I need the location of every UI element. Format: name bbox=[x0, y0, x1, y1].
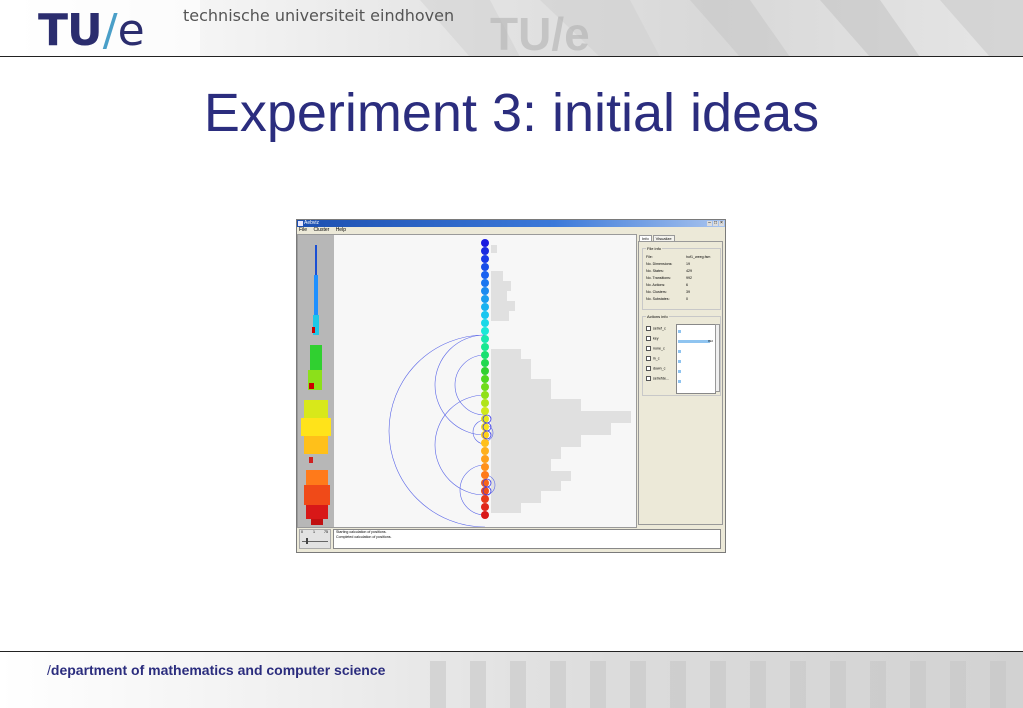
slide-title: Experiment 3: initial ideas bbox=[203, 83, 820, 143]
file-info-row: No. Transitions: 992 bbox=[646, 276, 692, 280]
action-bar-value: 992 bbox=[707, 339, 713, 343]
bottom-bar: 0 1 75 Starting calculation of positions… bbox=[297, 528, 725, 552]
action-checkbox[interactable] bbox=[646, 366, 651, 371]
transition-arcs bbox=[388, 334, 496, 527]
menu-file[interactable]: File bbox=[299, 227, 307, 233]
header-band: TU/e bbox=[0, 0, 1023, 57]
actions-info-group: Actions info setref_c key none_c in_c do… bbox=[642, 314, 721, 396]
action-item[interactable]: setref_c bbox=[646, 326, 666, 331]
minimize-button[interactable]: – bbox=[707, 221, 712, 226]
action-bar bbox=[678, 340, 710, 343]
visualization-canvas[interactable] bbox=[297, 234, 637, 528]
close-button[interactable]: × bbox=[719, 221, 724, 226]
action-item[interactable]: down_c bbox=[646, 366, 665, 371]
actions-info-title: Actions info bbox=[646, 314, 669, 319]
file-info-row: No. Dimensions: 19 bbox=[646, 262, 690, 266]
svg-text:TU/e: TU/e bbox=[490, 8, 590, 57]
action-checkbox[interactable] bbox=[646, 356, 651, 361]
action-checkbox[interactable] bbox=[646, 326, 651, 331]
header-building-image: TU/e bbox=[420, 0, 1023, 57]
file-info-row: File: hof1_weeg.fsm bbox=[646, 255, 711, 259]
overview-cluster-bars bbox=[301, 245, 331, 525]
university-name: technische universiteit eindhoven bbox=[183, 6, 455, 25]
department-label: /department of mathematics and computer … bbox=[47, 662, 386, 678]
slider-handle[interactable] bbox=[306, 538, 308, 544]
info-tab-body: File info File: hof1_weeg.fsm No. Dimensi… bbox=[638, 241, 723, 525]
menu-cluster[interactable]: Cluster bbox=[313, 227, 329, 233]
actions-scrollbar[interactable] bbox=[715, 324, 720, 392]
file-info-row: No. Clusters: 39 bbox=[646, 290, 690, 294]
action-count-bars: 992 bbox=[676, 324, 716, 394]
window-titlebar: Aebviz – □ × bbox=[297, 220, 725, 227]
footer-band bbox=[0, 651, 1023, 708]
action-item[interactable]: setrefde... bbox=[646, 376, 669, 381]
action-item[interactable]: key bbox=[646, 336, 659, 341]
action-checkbox[interactable] bbox=[646, 346, 651, 351]
app-window: Aebviz – □ × File Cluster Help Info Visu… bbox=[296, 219, 726, 553]
footer-building-image bbox=[430, 661, 1006, 708]
file-info-row: No. States: 429 bbox=[646, 269, 692, 273]
action-item[interactable]: in_c bbox=[646, 356, 660, 361]
action-bar bbox=[678, 350, 681, 353]
histogram-bars bbox=[491, 245, 631, 513]
file-info-row: No. Substates: 0 bbox=[646, 297, 688, 301]
file-info-title: File info bbox=[646, 246, 663, 251]
menu-bar: File Cluster Help bbox=[297, 227, 725, 233]
app-icon bbox=[298, 221, 303, 226]
action-bar bbox=[678, 370, 681, 373]
action-bar bbox=[678, 360, 681, 363]
state-cluster-visualization[interactable] bbox=[298, 235, 636, 527]
time-slider[interactable]: 0 1 75 bbox=[299, 529, 331, 549]
menu-help[interactable]: Help bbox=[336, 227, 346, 233]
action-checkbox[interactable] bbox=[646, 336, 651, 341]
log-output: Starting calculation of positions. Compl… bbox=[333, 529, 721, 549]
state-nodes[interactable] bbox=[481, 239, 489, 519]
log-line: Completed calculation of positions. bbox=[336, 535, 392, 539]
file-info-group: File info File: hof1_weeg.fsm No. Dimensi… bbox=[642, 246, 721, 310]
action-checkbox[interactable] bbox=[646, 376, 651, 381]
action-bar bbox=[678, 380, 681, 383]
footer-divider bbox=[0, 651, 1023, 652]
maximize-button[interactable]: □ bbox=[713, 221, 718, 226]
tue-logo: TU/e bbox=[38, 5, 145, 56]
action-item[interactable]: none_c bbox=[646, 346, 665, 351]
info-panel: Info Visualize File info File: hof1_weeg.f… bbox=[637, 234, 725, 528]
header-divider bbox=[0, 56, 1023, 57]
window-title: Aebviz bbox=[304, 220, 320, 226]
action-bar bbox=[678, 330, 681, 333]
file-info-row: No. Actions: 6 bbox=[646, 283, 688, 287]
